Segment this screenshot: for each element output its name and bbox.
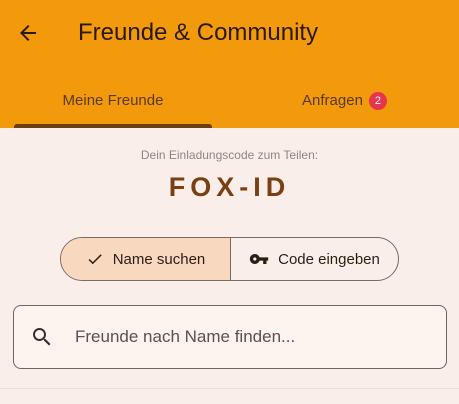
check-icon	[88, 254, 102, 265]
invite-code-label: Dein Einladungscode zum Teilen:	[140, 148, 319, 162]
invite-code: FOX-ID	[168, 172, 291, 202]
search-input[interactable]	[73, 326, 417, 348]
search-icon	[30, 325, 54, 349]
requests-count-badge: 2	[368, 92, 387, 110]
key-icon	[249, 254, 269, 264]
tab-my-friends[interactable]: Meine Freunde	[0, 78, 226, 124]
tab-indicator	[14, 124, 212, 128]
enter-code-button[interactable]: Code eingeben	[231, 238, 398, 280]
name-search-button[interactable]: Name suchen	[61, 238, 231, 280]
name-search-label: Name suchen	[112, 250, 206, 268]
tab-requests[interactable]: Anfragen 2	[230, 78, 459, 124]
enter-code-label: Code eingeben	[278, 250, 380, 268]
tab-requests-label: Anfragen	[302, 92, 363, 109]
arrow-left-icon	[20, 25, 36, 41]
back-button[interactable]	[12, 17, 44, 49]
app-bar: Freunde & Community Meine Freunde Anfrag…	[0, 0, 459, 128]
tab-my-friends-label: Meine Freunde	[62, 92, 164, 109]
page-title: Freunde & Community	[78, 19, 319, 46]
search-mode-toggle: Name suchen Code eingeben	[60, 237, 399, 281]
friend-search-field[interactable]	[13, 305, 447, 369]
divider	[0, 388, 459, 389]
